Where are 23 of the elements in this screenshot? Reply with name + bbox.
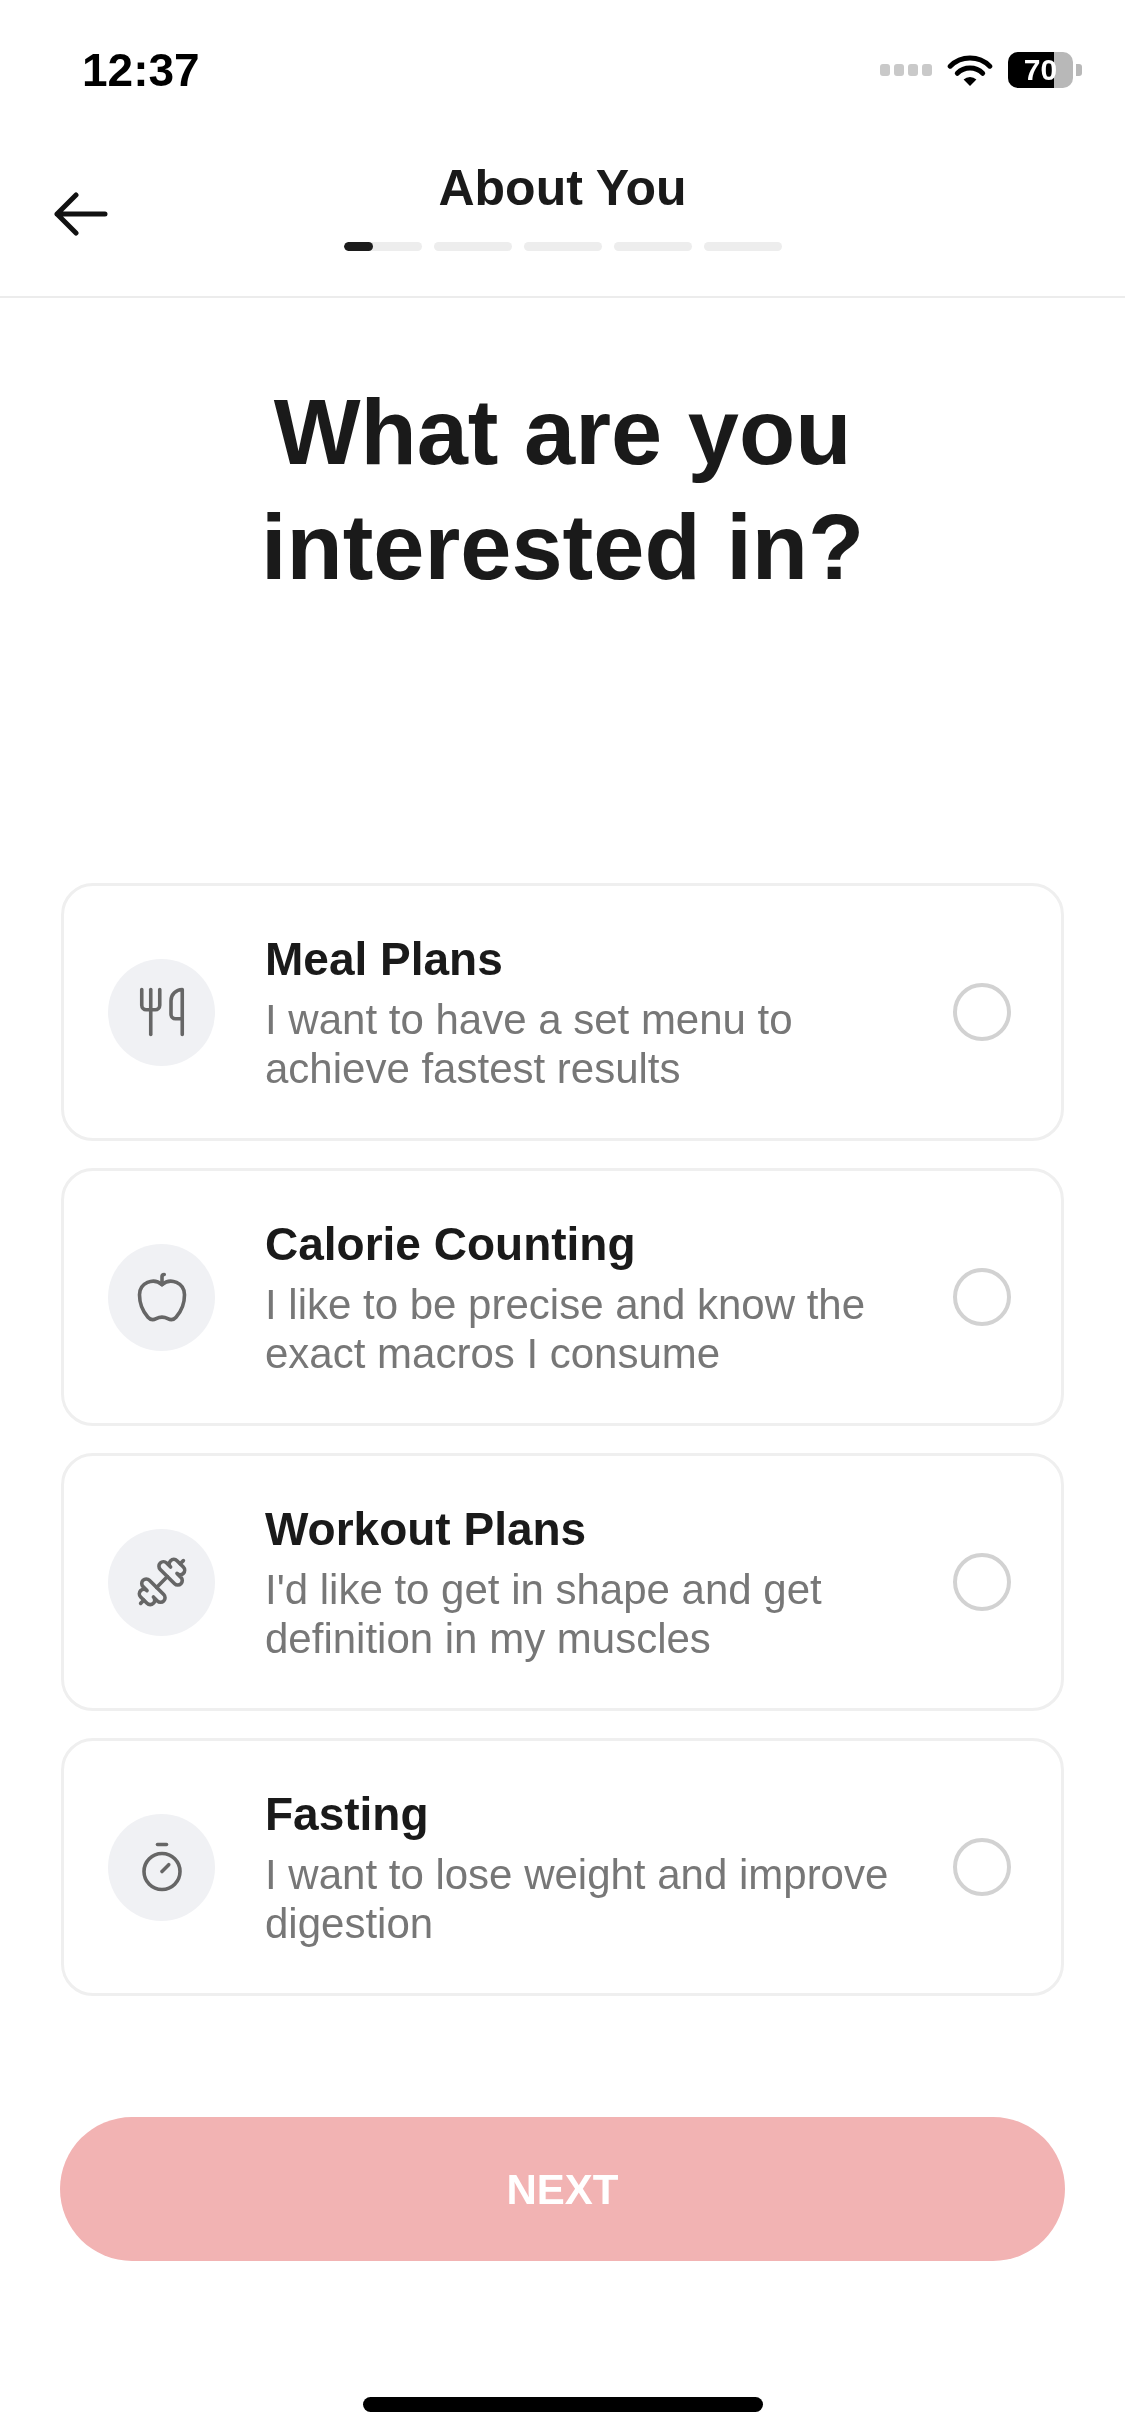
option-title: Fasting [265, 1787, 430, 1842]
option-description: I like to be precise and know the exact macros I consume [265, 1280, 867, 1378]
option-description: I'd like to get in shape and get definition in my muscles [265, 1565, 823, 1663]
option-title: Meal Plans [265, 932, 504, 987]
option-card[interactable]: Meal Plans I want to have a set menu to achieve fastest results [61, 883, 1064, 1141]
question-heading: What are you interested in? [259, 380, 866, 600]
page-title: About You [438, 162, 687, 214]
status-time: 12:37 [82, 47, 200, 93]
option-description: I want to lose weight and improve digestion [265, 1850, 890, 1948]
arrow-left-icon [54, 192, 108, 236]
radio-button[interactable] [953, 983, 1011, 1041]
option-title: Calorie Counting [265, 1217, 637, 1272]
option-card[interactable]: Fasting I want to lose weight and improve digestion [61, 1738, 1064, 1996]
option-card[interactable]: Workout Plans I'd like to get in shape and get definition in my muscles [61, 1453, 1064, 1711]
option-title: Workout Plans [265, 1502, 588, 1557]
radio-button[interactable] [953, 1553, 1011, 1611]
radio-button[interactable] [953, 1838, 1011, 1896]
back-button[interactable] [54, 192, 108, 236]
option-card[interactable]: Calorie Counting I like to be precise and know the exact macros I consume [61, 1168, 1064, 1426]
radio-button[interactable] [953, 1268, 1011, 1326]
wifi-icon [947, 53, 993, 87]
signal-icon [880, 64, 932, 76]
option-description: I want to have a set menu to achieve fastest results [265, 995, 794, 1093]
